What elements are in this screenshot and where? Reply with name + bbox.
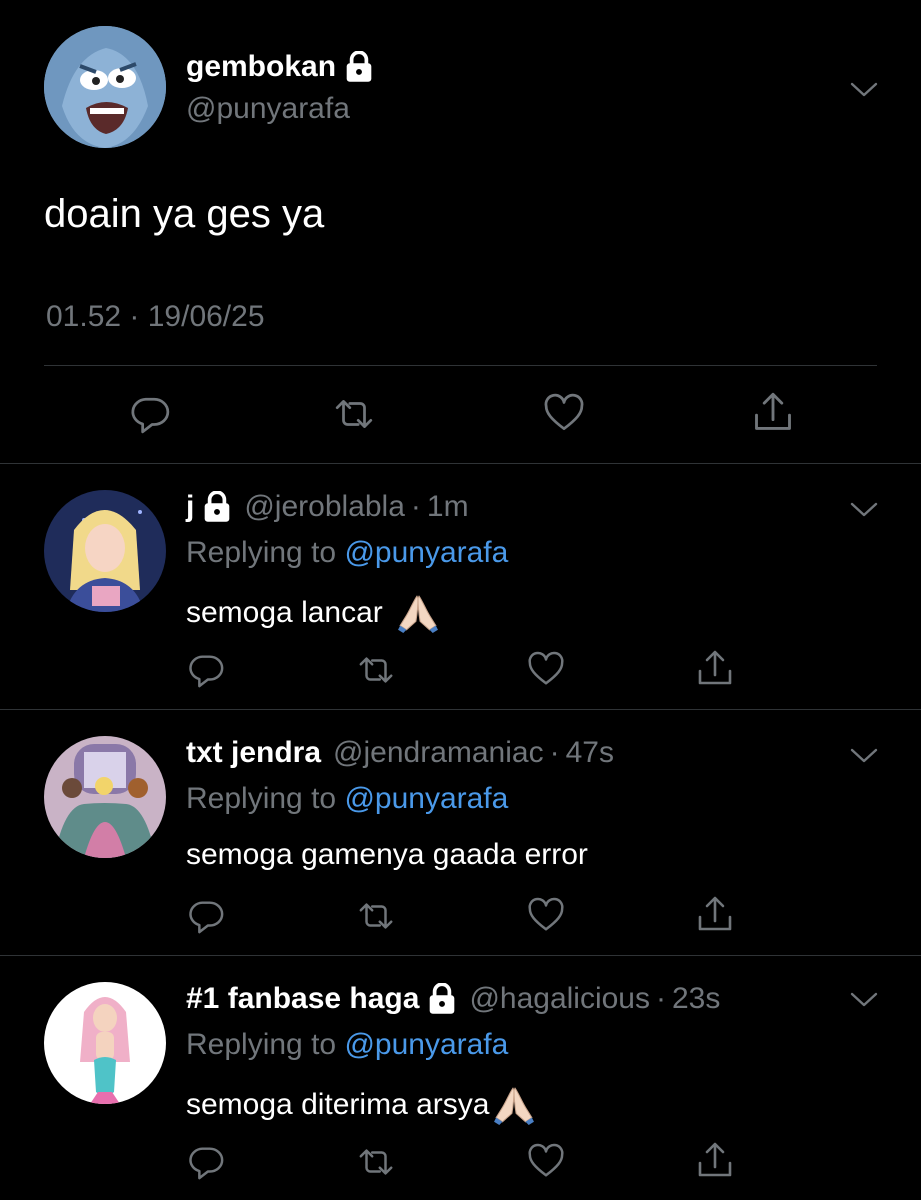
tweet-text: doain ya ges ya: [44, 192, 325, 236]
replying-prefix: Replying to: [186, 782, 345, 815]
share-icon: [695, 1141, 735, 1181]
reply-icon: [187, 651, 225, 689]
reply-text-row: semoga gamenya gaada error: [186, 838, 588, 872]
reply-icon: [187, 897, 225, 935]
lock-icon: [344, 51, 374, 83]
replying-to: Replying to @punyarafa: [186, 782, 508, 816]
display-name[interactable]: gembokan: [186, 50, 336, 84]
lock-icon: [427, 983, 457, 1015]
reply-text-row: semoga lancar: [186, 592, 441, 634]
reply-button[interactable]: [186, 1142, 226, 1182]
display-name[interactable]: txt jendra: [186, 736, 321, 770]
display-name[interactable]: #1 fanbase haga: [186, 982, 419, 1016]
reply-header: #1 fanbase haga @hagalicious · 23s: [186, 982, 720, 1016]
replying-prefix: Replying to: [186, 1028, 345, 1061]
retweet-button[interactable]: [354, 1142, 398, 1182]
retweet-button[interactable]: [354, 896, 398, 936]
share-button[interactable]: [750, 390, 796, 436]
reply-time[interactable]: 47s: [566, 736, 614, 770]
reply-button[interactable]: [186, 650, 226, 690]
separator-dot: ·: [549, 736, 560, 769]
user-handle[interactable]: @jendramaniac: [333, 736, 544, 770]
retweet-button[interactable]: [330, 392, 378, 436]
reply-header: txt jendra @jendramaniac · 47s: [186, 736, 614, 770]
reply-tweet[interactable]: #1 fanbase haga @hagalicious · 23s Reply…: [0, 956, 921, 1200]
like-icon: [526, 1143, 566, 1181]
retweet-button[interactable]: [354, 650, 398, 690]
reply-button[interactable]: [128, 392, 172, 436]
user-handle[interactable]: @jeroblabla: [244, 490, 405, 524]
main-tweet: gembokan @punyarafa doain ya ges ya 01.5…: [0, 0, 921, 464]
chevron-down-icon[interactable]: [850, 82, 878, 98]
retweet-icon: [331, 393, 377, 435]
share-button[interactable]: [694, 894, 736, 936]
share-icon: [695, 649, 735, 689]
reply-icon: [187, 1143, 225, 1181]
reply-icon: [129, 393, 171, 435]
like-button[interactable]: [526, 650, 566, 690]
chevron-down-icon[interactable]: [850, 502, 878, 518]
replying-to: Replying to @punyarafa: [186, 1028, 508, 1062]
user-handle[interactable]: @hagalicious: [469, 982, 650, 1016]
retweet-icon: [355, 651, 397, 689]
separator-dot: ·: [656, 982, 666, 1015]
replying-mention[interactable]: @punyarafa: [344, 536, 508, 569]
chevron-down-icon[interactable]: [850, 748, 878, 764]
pray-emoji: [491, 1084, 537, 1126]
share-button[interactable]: [694, 648, 736, 690]
share-button[interactable]: [694, 1140, 736, 1182]
avatar[interactable]: [44, 736, 166, 858]
divider: [44, 365, 877, 366]
reply-text: semoga diterima arsya: [186, 1088, 490, 1121]
reply-header: j @jeroblabla · 1m: [186, 490, 469, 524]
reply-text: semoga lancar: [186, 596, 383, 629]
replying-mention[interactable]: @punyarafa: [344, 1028, 508, 1061]
lock-icon: [202, 491, 232, 523]
reply-time[interactable]: 1m: [427, 490, 469, 524]
replying-prefix: Replying to: [186, 536, 345, 569]
like-button[interactable]: [526, 1142, 566, 1182]
pray-emoji: [395, 592, 441, 634]
replying-to: Replying to @punyarafa: [186, 536, 508, 570]
like-icon: [526, 651, 566, 689]
avatar[interactable]: [44, 490, 166, 612]
reply-tweet[interactable]: j @jeroblabla · 1m Replying to @punyaraf…: [0, 464, 921, 709]
display-name-row: gembokan: [186, 50, 374, 84]
display-name[interactable]: j: [186, 490, 194, 524]
share-icon: [751, 391, 795, 435]
user-handle[interactable]: @punyarafa: [186, 92, 350, 126]
reply-text: semoga gamenya gaada error: [186, 838, 588, 871]
avatar[interactable]: [44, 982, 166, 1104]
separator-dot: ·: [410, 490, 421, 523]
retweet-icon: [355, 897, 397, 935]
reply-time[interactable]: 23s: [672, 982, 720, 1016]
like-button[interactable]: [541, 392, 587, 436]
like-button[interactable]: [526, 896, 566, 936]
tweet-timestamp[interactable]: 01.52 · 19/06/25: [46, 300, 265, 334]
avatar[interactable]: [44, 26, 166, 148]
reply-tweet[interactable]: txt jendra @jendramaniac · 47s Replying …: [0, 710, 921, 955]
replying-mention[interactable]: @punyarafa: [344, 782, 508, 815]
share-icon: [695, 895, 735, 935]
reply-text-row: semoga diterima arsya: [186, 1084, 537, 1126]
like-icon: [542, 393, 586, 435]
reply-button[interactable]: [186, 896, 226, 936]
like-icon: [526, 897, 566, 935]
chevron-down-icon[interactable]: [850, 992, 878, 1008]
retweet-icon: [355, 1143, 397, 1181]
